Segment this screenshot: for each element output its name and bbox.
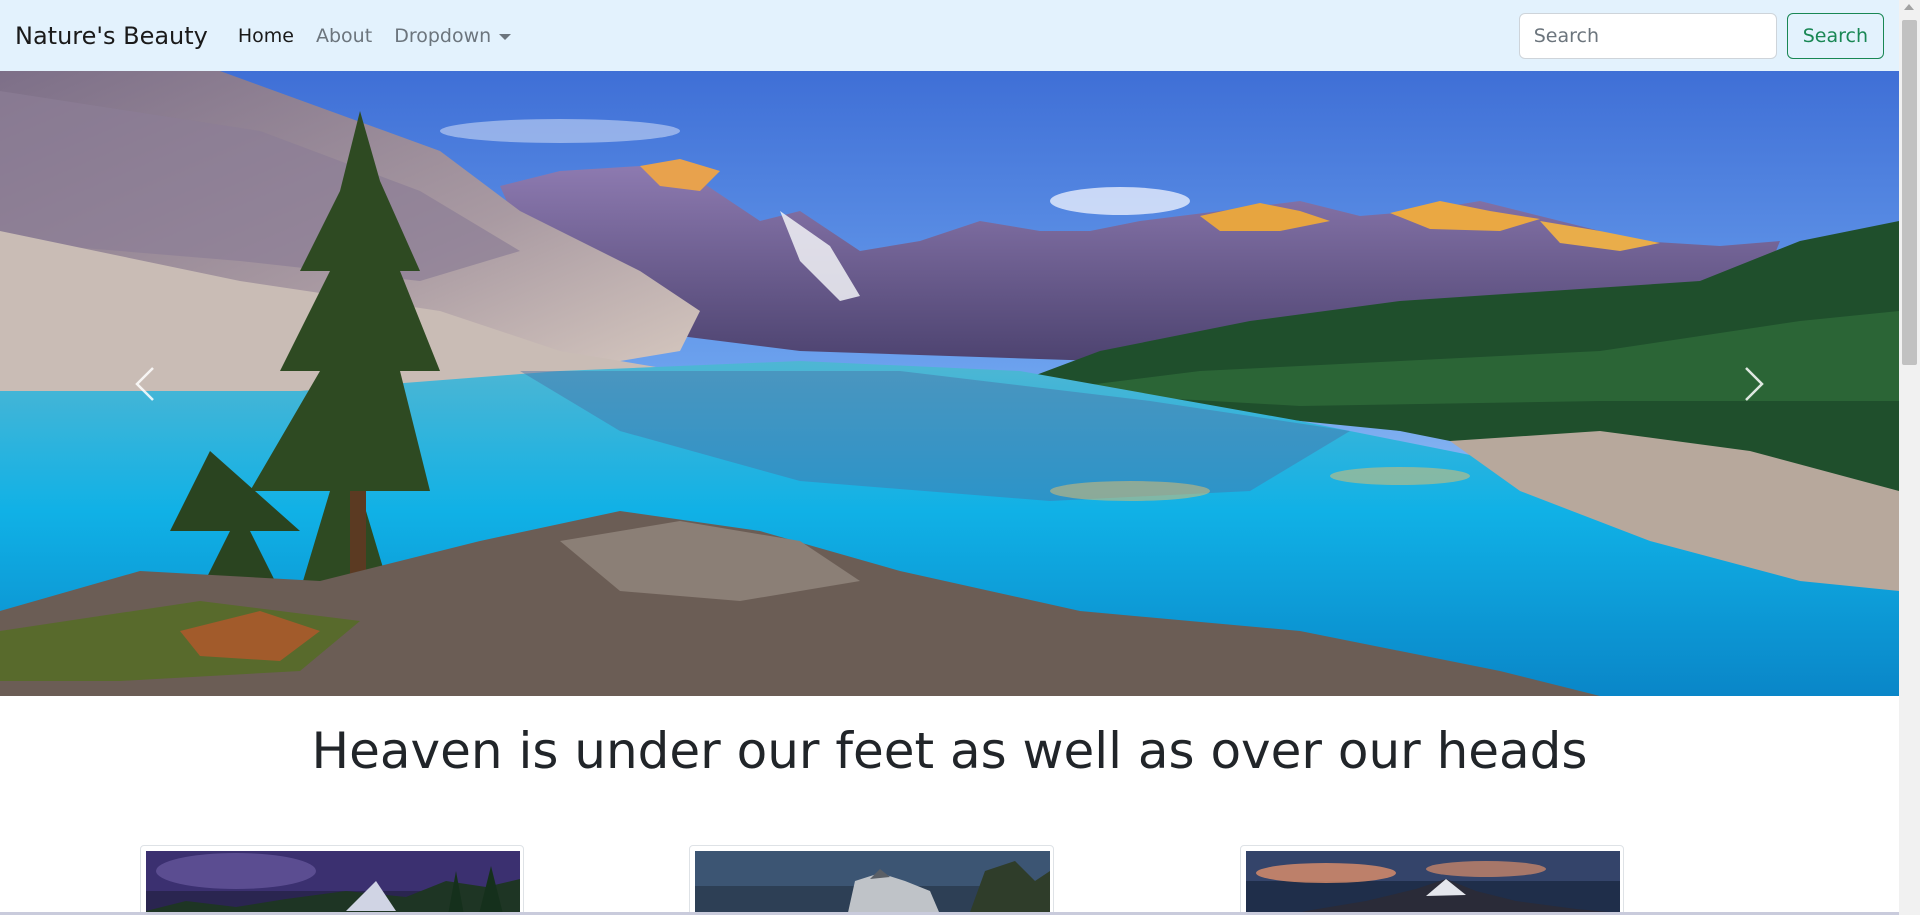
chevron-left-icon bbox=[135, 366, 154, 401]
card-2-image bbox=[695, 851, 1050, 915]
vertical-scrollbar[interactable] bbox=[1899, 0, 1920, 915]
nav-link-home[interactable]: Home bbox=[238, 25, 294, 47]
search-input[interactable] bbox=[1518, 12, 1777, 59]
card-1-image bbox=[146, 851, 520, 915]
page-headline: Heaven is under our feet as well as over… bbox=[311, 722, 1588, 780]
scrollbar-thumb[interactable] bbox=[1902, 20, 1917, 365]
card-3-image bbox=[1246, 851, 1620, 915]
brand-link[interactable]: Nature's Beauty bbox=[15, 22, 208, 50]
nav-dropdown-label: Dropdown bbox=[394, 24, 492, 47]
search-button[interactable]: Search bbox=[1786, 12, 1884, 59]
nav-dropdown-toggle[interactable]: Dropdown bbox=[394, 24, 512, 47]
carousel-prev-button[interactable] bbox=[0, 71, 290, 696]
caret-down-icon bbox=[499, 33, 512, 40]
card-image-3[interactable] bbox=[1240, 845, 1624, 915]
card-image-2[interactable] bbox=[689, 845, 1054, 915]
nav-link-about[interactable]: About bbox=[316, 25, 372, 47]
carousel-next-button[interactable] bbox=[1609, 71, 1899, 696]
navbar: Nature's Beauty Home About Dropdown Sear… bbox=[0, 0, 1899, 71]
hero-carousel bbox=[0, 71, 1899, 696]
card-image-1[interactable] bbox=[140, 845, 524, 915]
chevron-right-icon bbox=[1745, 366, 1764, 401]
search-form: Search bbox=[1518, 12, 1884, 59]
scroll-up-arrow-icon[interactable] bbox=[1904, 4, 1914, 10]
